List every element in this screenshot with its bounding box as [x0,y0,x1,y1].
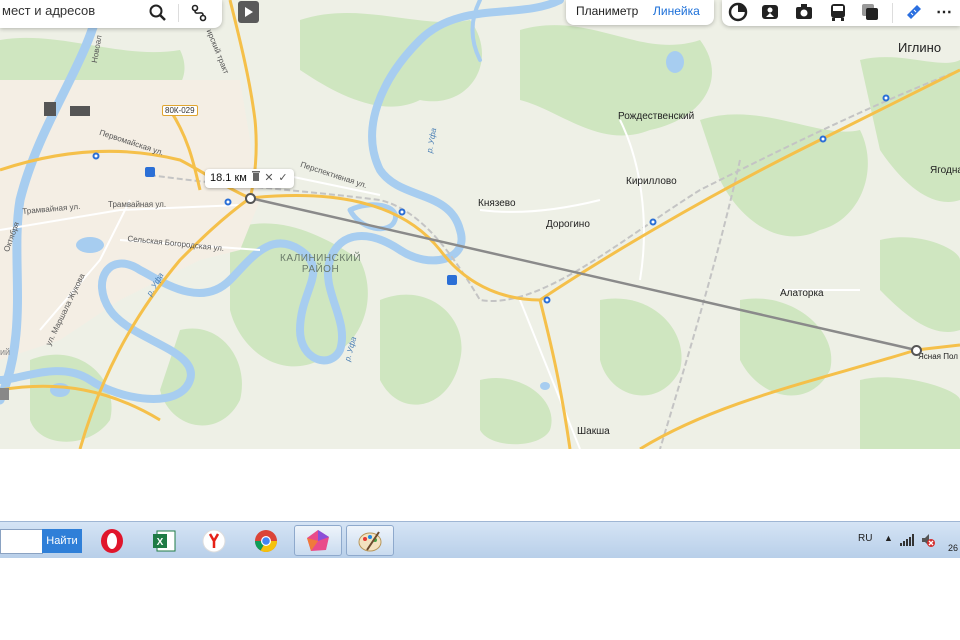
tray-expand-icon[interactable]: ▲ [884,533,893,543]
yandex-browser-icon[interactable] [190,525,238,556]
search-icon[interactable] [145,1,171,25]
svg-text:X: X [157,537,164,548]
map-toolbar: ⋯ [722,0,960,26]
train-station-icon[interactable] [145,167,155,177]
road-shield: 80К-029 [162,105,198,116]
camera-icon[interactable] [792,1,816,23]
district-label-line1: КАЛИНИНСКИЙ [280,253,362,264]
measure-tabs: Планиметр Линейка [566,0,714,25]
ruler-distance-tooltip: 18.1 км ✕ ✓ [205,169,294,188]
town-label-kirillovo: Кириллово [626,176,677,187]
taskbar: Найти X RU ▲ 26 [0,521,960,558]
search-input[interactable]: мест и адресов [2,3,95,18]
ruler-distance-value: 18.1 км [210,172,247,184]
tab-ruler[interactable]: Линейка [653,4,700,18]
taskbar-find-button[interactable]: Найти [42,529,82,553]
divider [892,3,893,23]
route-icon[interactable] [186,1,212,25]
opera-icon[interactable] [88,525,136,556]
layers-icon[interactable] [726,1,750,23]
town-label-alatorka: Алаторка [780,288,824,299]
town-label-dorogino: Дорогино [546,219,590,230]
town-label-yasnaya-polyana: Ясная Пол [918,352,958,361]
town-label-rozhdestvensky: Рождественский [618,111,695,122]
tab-planimeter[interactable]: Планиметр [576,4,638,18]
divider [178,4,179,22]
taskbar-search-input[interactable] [0,529,43,554]
trash-icon[interactable] [250,171,262,185]
building-icon [0,388,9,400]
district-label: КАЛИНИНСКИЙ РАЙОН [280,253,361,275]
close-icon[interactable]: ✕ [263,171,275,185]
polygon-app-icon[interactable] [294,525,342,556]
chrome-icon[interactable] [242,525,290,556]
excel-icon[interactable]: X [140,525,188,556]
ruler-start-point[interactable] [245,193,256,204]
volume-muted-icon[interactable] [921,533,935,550]
paint-icon[interactable] [346,525,394,556]
train-station-icon[interactable] [447,275,457,285]
town-label-iglino: Иглино [898,40,942,55]
ruler-end-point[interactable] [911,345,922,356]
map-view[interactable]: 80К-029 Иглино Рождественский Кириллово … [0,0,960,449]
district-label-line2: РАЙОН [301,264,340,275]
play-button[interactable] [238,1,259,23]
traffic-icon[interactable] [858,1,882,23]
more-icon[interactable]: ⋯ [932,1,956,23]
town-label-knyazevo: Князево [478,198,516,209]
clock: 26 [948,543,959,553]
play-icon [244,7,253,17]
town-label-shaksha: Шакша [577,426,610,437]
street-label-left: ий [0,347,11,357]
transport-icon[interactable] [826,1,850,23]
town-label-yagodnaya: Ягодна [930,165,960,176]
check-icon[interactable]: ✓ [277,171,289,185]
language-indicator[interactable]: RU [858,533,872,544]
panorama-icon[interactable] [758,1,782,23]
map-canvas[interactable] [0,0,960,449]
ruler-icon[interactable] [902,1,926,23]
street-label-tramvaynaya-2: Трамвайная ул. [108,200,167,209]
network-icon[interactable] [900,534,914,549]
search-box[interactable]: мест и адресов [0,0,222,28]
